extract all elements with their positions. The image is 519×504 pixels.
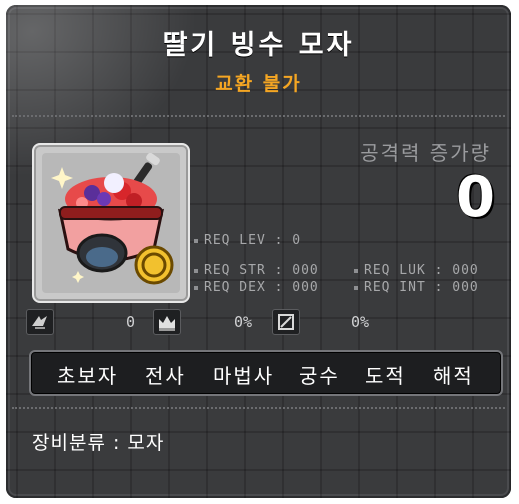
- req-int: REQ INT : 000: [354, 280, 479, 295]
- req-int-text: REQ INT : 000: [364, 280, 479, 295]
- ignore-defense-value: 0%: [351, 313, 370, 331]
- item-tooltip: 딸기 빙수 모자 교환 불가 공격력 증가량 0 REQ LEV: 0 REQ…: [6, 5, 511, 498]
- job-thief: 도적: [365, 364, 406, 388]
- trade-status: 교환 불가: [215, 73, 302, 95]
- req-dex-text: REQ DEX : 000: [204, 280, 319, 295]
- strawberry-bingsu-hat-icon: [42, 152, 180, 293]
- item-name: 딸기 빙수 모자: [162, 30, 355, 61]
- req-str-text: REQ STR : 000: [204, 263, 319, 278]
- req-lev-text: REQ LEV : 0: [204, 233, 302, 248]
- req-lev: REQ LEV : 0: [194, 233, 301, 248]
- job-beginner: 초보자: [57, 364, 119, 388]
- upgrade-value: 0%: [234, 313, 253, 331]
- job-warrior: 전사: [145, 364, 186, 388]
- star-force-icon: [26, 309, 54, 335]
- job-magician: 마법사: [213, 364, 275, 388]
- star-force-value: 0: [126, 313, 136, 331]
- job-pirate: 해적: [433, 364, 474, 388]
- job-archer: 궁수: [299, 364, 340, 388]
- req-luk: REQ LUK : 000: [354, 263, 479, 278]
- attack-increase-label: 공격력 증가량: [360, 141, 491, 165]
- equipment-category: 장비분류 : 모자: [32, 432, 165, 454]
- job-restriction-bar: 초보자 전사 마법사 궁수 도적 해적: [29, 350, 503, 396]
- req-luk-text: REQ LUK : 000: [364, 263, 479, 278]
- divider-top: [12, 115, 505, 117]
- req-dex: REQ DEX : 000: [194, 280, 319, 295]
- attack-increase-value: 0: [456, 165, 495, 230]
- req-str: REQ STR : 000: [194, 263, 319, 278]
- upgrade-crown-icon: [153, 309, 181, 335]
- item-icon-frame: [32, 143, 190, 303]
- ignore-defense-icon: [272, 309, 300, 335]
- divider-bottom: [12, 407, 505, 409]
